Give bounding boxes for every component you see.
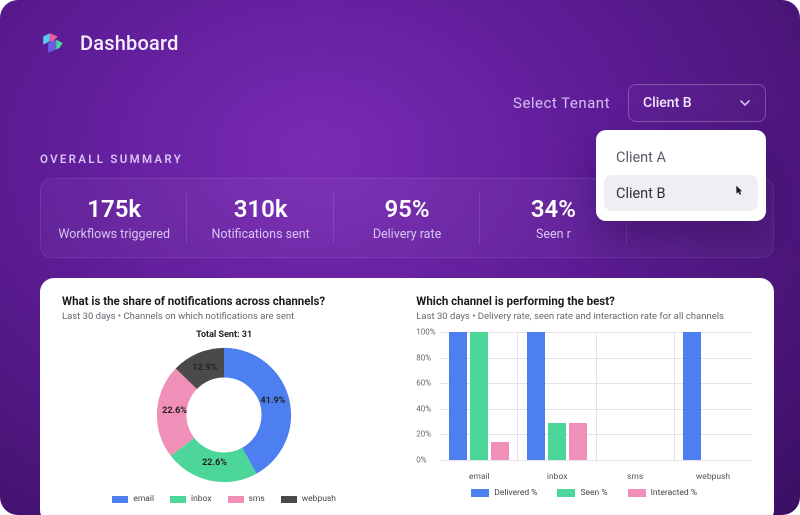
bar-chart: 0%20%40%60%80%100% emailinboxsmswebpush — [440, 332, 752, 482]
legend-item-inbox: inbox — [170, 494, 212, 504]
bar-email-interacted- — [491, 442, 509, 460]
bar-email-delivered- — [449, 332, 467, 460]
page-title: Dashboard — [80, 31, 179, 55]
app-logo-icon — [40, 30, 66, 56]
charts-card: What is the share of notifications acros… — [40, 278, 774, 515]
legend-item-sms: sms — [228, 494, 265, 504]
bar-title: Which channel is performing the best? — [416, 294, 752, 308]
donut-total-label: Total Sent: 31 — [62, 330, 386, 340]
bar-email-seen- — [470, 332, 488, 460]
bar-group-email — [440, 332, 518, 460]
chevron-down-icon — [739, 97, 751, 109]
bar-inbox-interacted- — [569, 423, 587, 460]
donut-legend: email inbox sms webpush — [62, 494, 386, 504]
legend-item-seen: Seen % — [557, 488, 607, 498]
bar-group-inbox — [518, 332, 596, 460]
bar-x-label-email: email — [440, 472, 518, 482]
legend-item-delivered: Delivered % — [471, 488, 537, 498]
legend-item-webpush: webpush — [281, 494, 336, 504]
donut-chart-panel: What is the share of notifications acros… — [62, 294, 386, 504]
bar-group-sms — [597, 332, 675, 460]
tenant-row: Select Tenant Client B Client A Client B — [40, 84, 774, 122]
bar-x-label-sms: sms — [596, 472, 674, 482]
bar-x-label-webpush: webpush — [674, 472, 752, 482]
stat-notifications-sent: 310k Notifications sent — [187, 179, 333, 257]
tenant-option-client-b[interactable]: Client B — [604, 175, 758, 211]
pointer-cursor-icon — [732, 184, 746, 202]
donut-subtitle: Last 30 days • Channels on which notific… — [62, 311, 386, 322]
donut-chart: 41.9% 22.6% 22.6% 12.9% — [155, 346, 293, 484]
tenant-select[interactable]: Client B — [628, 84, 766, 122]
donut-slice-label-sms: 22.6% — [162, 406, 187, 416]
donut-slice-label-webpush: 12.9% — [192, 363, 217, 373]
bar-subtitle: Last 30 days • Delivery rate, seen rate … — [416, 311, 752, 322]
bar-chart-panel: Which channel is performing the best? La… — [416, 294, 752, 504]
bar-inbox-delivered- — [527, 332, 545, 460]
stat-workflows-triggered: 175k Workflows triggered — [41, 179, 187, 257]
tenant-label: Select Tenant — [513, 94, 610, 112]
bar-inbox-seen- — [548, 423, 566, 460]
bar-x-label-inbox: inbox — [518, 472, 596, 482]
stat-delivery-rate: 95% Delivery rate — [334, 179, 480, 257]
tenant-select-value: Client B — [643, 95, 692, 111]
tenant-option-client-a[interactable]: Client A — [604, 140, 758, 175]
donut-title: What is the share of notifications acros… — [62, 294, 386, 308]
donut-slice-label-inbox: 22.6% — [202, 458, 227, 468]
bar-group-webpush — [675, 332, 752, 460]
tenant-dropdown: Client A Client B — [596, 130, 766, 221]
dashboard-app: Dashboard Select Tenant Client B Client … — [0, 0, 800, 515]
legend-item-email: email — [112, 494, 154, 504]
legend-item-interacted: Interacted % — [628, 488, 698, 498]
bar-webpush-delivered- — [683, 332, 701, 460]
bar-legend: Delivered % Seen % Interacted % — [416, 488, 752, 498]
donut-slice-label-email: 41.9% — [261, 396, 286, 406]
header: Dashboard — [40, 30, 774, 56]
